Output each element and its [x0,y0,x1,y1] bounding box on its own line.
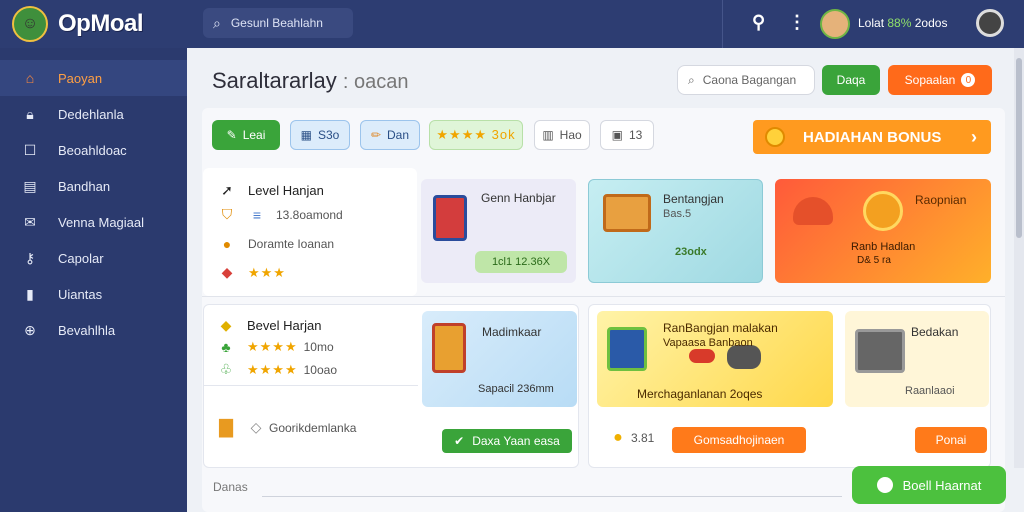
device-icon [855,329,905,373]
level-card-bottom[interactable]: ◆ Bevel Harjan ♣ ★★★★ 10mo ♧ ★★★★ 10oao … [203,304,579,468]
sidebar-item-pages[interactable]: ☐ Beoahldoac [0,132,187,168]
divider [262,496,842,497]
user-name[interactable]: Lolat 88% 2odos [858,16,947,30]
top-search-input[interactable]: ⌕ Gesunl Beahlahn [203,8,353,38]
stack-icon: ≡ [252,206,262,223]
main-content: Saraltararlay : oacan ⌕ Caona Bagangan D… [187,48,1024,512]
divider [202,296,1005,297]
sidebar-item-messages[interactable]: ✉ Venna Magiaal [0,204,187,240]
green-cta-button[interactable]: ✔ Daxa Yaan easa [442,429,572,453]
leaf-icon: ♧ [219,361,233,377]
chat-icon: ✉ [24,213,36,230]
sopaalan-button[interactable]: Sopaalan 0 [888,65,992,95]
doc-icon: ▮ [26,285,34,302]
leaf-icon: ♣ [221,339,231,355]
coin-icon [863,191,903,231]
tag-icon: ✎ [226,128,237,142]
tile-genn-hanbjar[interactable]: Genn Hanbjar 1cl1 12.36X [421,179,576,283]
sidebar: ⌂ Paoyan 🔒︎ Dedehlanla ☐ Beoahldoac ▤ Ba… [0,48,187,512]
arrow-icon: ➚ [221,182,233,198]
divider [204,385,418,386]
filter-chip-s3o[interactable]: ▦ S3o [290,120,350,150]
home-icon: ⌂ [25,70,35,86]
lock-icon: 🔒︎ [26,105,34,122]
shield-icon: ⛉ [221,206,233,222]
tile-bedakan[interactable]: Bedakan Raanlaaoi [845,311,989,407]
ponai-button[interactable]: Ponai [915,427,987,453]
film-reel-icon[interactable] [976,9,1004,37]
search-icon[interactable]: ⚲ [752,12,765,33]
square-icon: ☐ [23,141,37,158]
price-pill: 1cl1 12.36X [475,251,567,273]
daqa-button[interactable]: Daqa [822,65,880,95]
filter-chip-leai[interactable]: ✎ Leai [212,120,280,150]
sidebar-item-home[interactable]: ⌂ Paoyan [0,60,187,96]
chat-fab-button[interactable]: Boell Haarnat [852,466,1006,504]
gem-icon: ◆ [221,264,233,280]
chart-icon: ▥ [542,128,554,142]
button-icon [689,349,715,363]
globe-icon: ⊕ [24,321,36,338]
scrollbar-thumb[interactable] [1016,58,1022,238]
tile-bentangjan[interactable]: Bentangjan Bas.5 23odx [588,179,763,283]
coin-icon [765,127,785,147]
tag-icon: ◇ [250,419,262,435]
logo-icon: ☺ [12,6,48,42]
products-card: RanBangjan malakan Vapaasa Banbaon Merch… [588,304,991,468]
rating-stars: ★★★ [248,264,286,280]
divider [722,0,723,48]
hat-icon [793,197,833,225]
filter-chip-hao[interactable]: ▥ Hao [534,120,590,150]
more-icon[interactable]: ⋮ [788,12,806,33]
diamond-icon: ◆ [220,317,232,333]
sidebar-item-docs[interactable]: ▮ Uiantas [0,276,187,312]
avatar[interactable] [820,9,850,39]
gift-icon: ▣ [611,128,623,142]
orange-cta-button[interactable]: Gomsadhojinaen [672,427,806,453]
box-icon [607,327,647,371]
sidebar-item-keys[interactable]: ⚷ Capolar [0,240,187,276]
search-icon: ⌕ [213,14,221,31]
level-card-top[interactable]: ➚ Level Hanjan ⛉ ≡ 13.8oamond ● Doramte … [203,168,417,296]
scrollbar[interactable] [1014,48,1024,468]
chat-icon [876,477,893,493]
filter-chip-13[interactable]: ▣ 13 [600,120,654,150]
box-icon: ▇ [219,417,233,437]
level-title: Level Hanjan [248,183,324,198]
coin-value: 3.81 [631,431,655,445]
pencil-icon: ✏ [370,128,382,142]
filter-chip-stars[interactable]: ★★★★ 3ok [429,120,523,150]
footer-label: Danas [213,480,248,494]
top-bar: ☺ OpMoal ⌕ Gesunl Beahlahn ⚲ ⋮ Lolat 88%… [0,0,1024,48]
coin-icon: ● [613,429,623,446]
check-icon: ✔ [454,434,465,448]
logo-text: OpMoal [58,10,144,37]
key-icon: ⚷ [24,249,36,266]
filter-chip-dan[interactable]: ✏ Dan [360,120,420,150]
bag-icon [433,195,467,241]
top-search-placeholder: Gesunl Beahlahn [230,16,323,30]
sidebar-item-security[interactable]: 🔒︎ Dedehlanla [0,96,187,132]
box-icon [432,323,466,373]
bonus-banner-button[interactable]: HADIAHAN BONUS › [753,120,991,154]
page-title: Saraltararlay : oacan [212,68,409,93]
sidebar-item-globe[interactable]: ⊕ Bevahlhla [0,312,187,348]
tile-madimkaar[interactable]: Madimkaar Sapacil 236mm [422,311,577,407]
tile-raopnian[interactable]: Raopnian Ranb Hadlan D& 5 ra [775,179,991,283]
calendar-icon: ▤ [23,177,37,194]
tile-ranbangjan[interactable]: RanBangjan malakan Vapaasa Banbaon Merch… [597,311,833,407]
sidebar-item-calendar[interactable]: ▤ Bandhan [0,168,187,204]
cube-icon: ▦ [300,128,312,142]
search-icon: ⌕ [688,72,695,87]
badge-count: 0 [961,73,976,87]
content-panel: ✎ Leai ▦ S3o ✏ Dan ★★★★ 3ok ▥ Hao ▣ 13 H… [202,108,1005,512]
chevron-right-icon: › [971,126,977,147]
content-search-input[interactable]: ⌕ Caona Bagangan [677,65,815,95]
gadget-icon [603,194,651,232]
app-logo[interactable]: ☺ OpMoal [12,6,144,42]
coin-icon: ● [222,236,232,252]
